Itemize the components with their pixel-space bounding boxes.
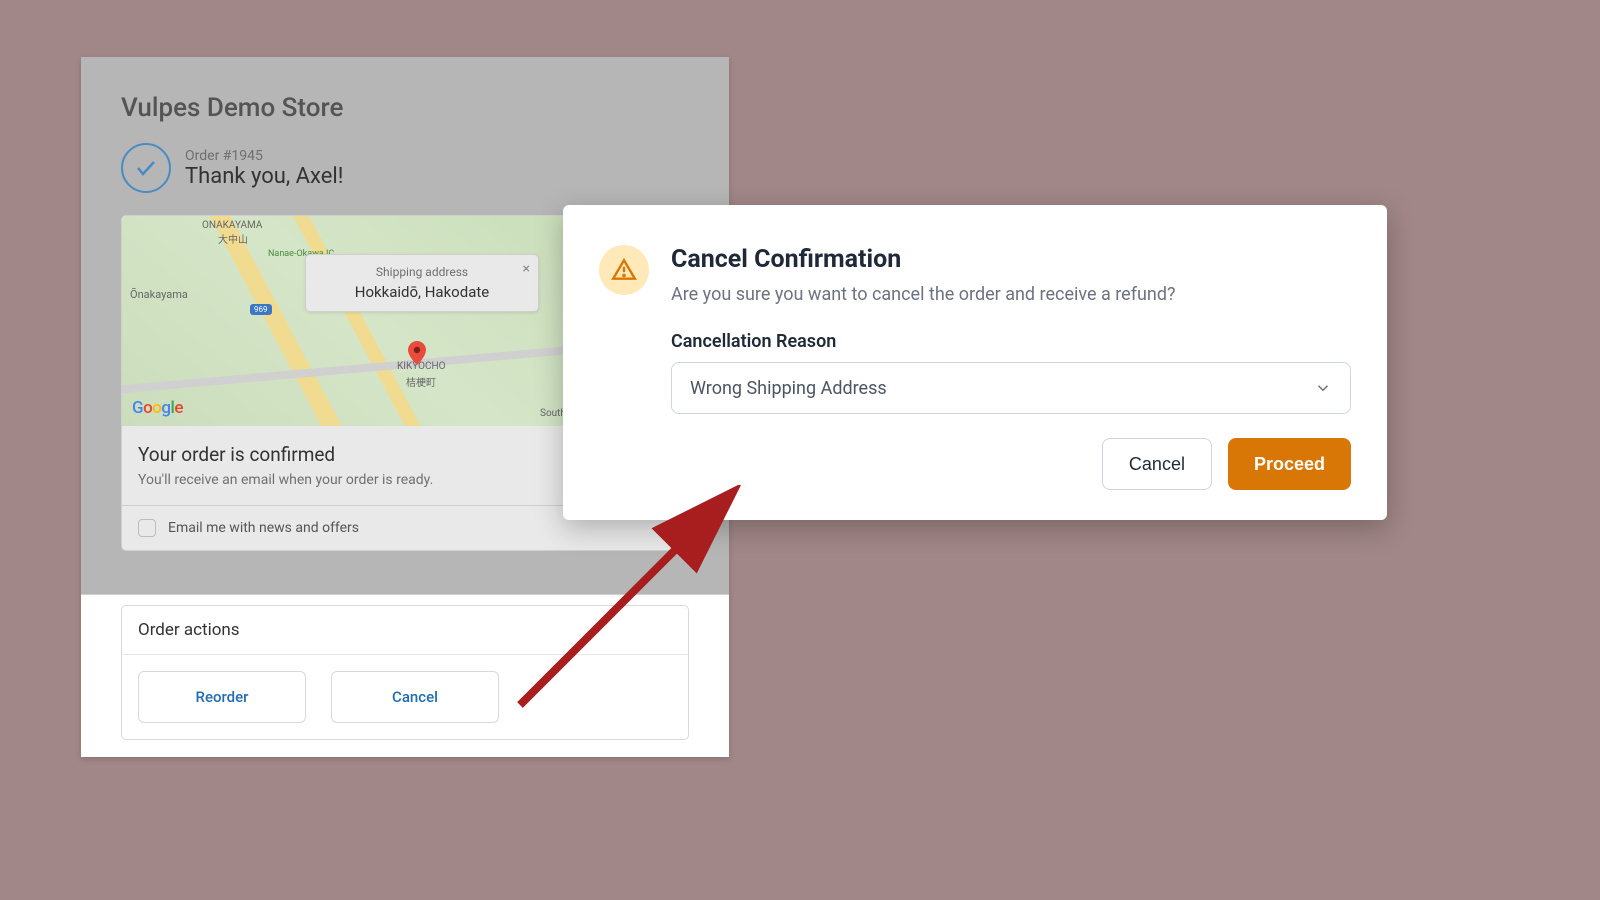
- map-pin-icon: [408, 341, 426, 369]
- warning-icon: [599, 245, 649, 295]
- cancellation-reason-label: Cancellation Reason: [671, 331, 1351, 352]
- select-value: Wrong Shipping Address: [690, 378, 887, 399]
- map-label: 桔梗町: [406, 374, 436, 389]
- modal-cancel-button[interactable]: Cancel: [1102, 438, 1212, 490]
- thank-you-text: Thank you, Axel!: [185, 164, 343, 189]
- map-label: Ōnakayama: [130, 288, 188, 301]
- tooltip-address: Hokkaidō, Hakodate: [320, 283, 524, 301]
- cancel-confirmation-modal: Cancel Confirmation Are you sure you wan…: [563, 205, 1387, 520]
- newsletter-label: Email me with news and offers: [168, 520, 359, 536]
- store-title: Vulpes Demo Store: [121, 93, 689, 123]
- map-label: ONAKAYAMA: [202, 220, 262, 231]
- order-actions-title: Order actions: [122, 606, 688, 655]
- google-logo: Google: [132, 398, 183, 418]
- checkbox-icon[interactable]: [138, 519, 156, 537]
- modal-title: Cancel Confirmation: [671, 245, 1351, 274]
- order-actions-card: Order actions Reorder Cancel: [121, 605, 689, 740]
- modal-proceed-button[interactable]: Proceed: [1228, 438, 1351, 490]
- map-label: 大中山: [218, 231, 248, 246]
- shipping-address-tooltip: × Shipping address Hokkaidō, Hakodate: [305, 254, 539, 312]
- map-label: 969: [250, 304, 272, 315]
- modal-subtitle: Are you sure you want to cancel the orde…: [671, 284, 1351, 305]
- order-number: Order #1945: [185, 148, 343, 164]
- chevron-down-icon: [1314, 379, 1332, 397]
- reorder-button[interactable]: Reorder: [138, 671, 306, 723]
- cancellation-reason-select[interactable]: Wrong Shipping Address: [671, 362, 1351, 414]
- cancel-order-button[interactable]: Cancel: [331, 671, 499, 723]
- close-icon[interactable]: ×: [523, 261, 530, 277]
- checkmark-icon: [121, 143, 171, 193]
- tooltip-title: Shipping address: [320, 265, 524, 279]
- order-header: Order #1945 Thank you, Axel!: [121, 143, 689, 193]
